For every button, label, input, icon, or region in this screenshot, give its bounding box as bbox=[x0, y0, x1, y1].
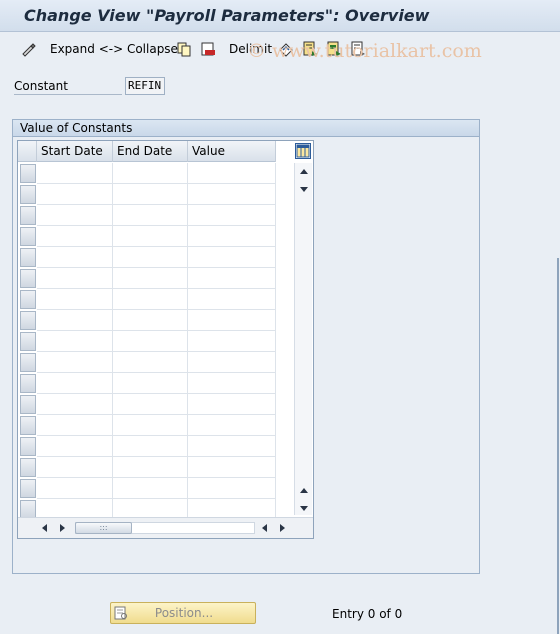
constant-label: Constant bbox=[14, 79, 68, 93]
table-cell[interactable] bbox=[113, 478, 188, 499]
table-cell[interactable] bbox=[37, 436, 113, 457]
table-cell[interactable] bbox=[37, 163, 113, 184]
table-cell[interactable] bbox=[188, 289, 276, 310]
row-selector[interactable] bbox=[20, 395, 36, 414]
table-cell[interactable] bbox=[37, 247, 113, 268]
table-cell[interactable] bbox=[113, 457, 188, 478]
delete-icon[interactable] bbox=[200, 41, 216, 57]
row-selector[interactable] bbox=[20, 248, 36, 267]
entry-count: Entry 0 of 0 bbox=[332, 607, 403, 621]
row-selector[interactable] bbox=[20, 353, 36, 372]
row-selector[interactable] bbox=[20, 227, 36, 246]
table-cell[interactable] bbox=[188, 205, 276, 226]
table-cell[interactable] bbox=[113, 373, 188, 394]
table-cell[interactable] bbox=[188, 331, 276, 352]
table-cell[interactable] bbox=[113, 205, 188, 226]
change-display-icon[interactable] bbox=[21, 41, 37, 57]
table-cell[interactable] bbox=[188, 184, 276, 205]
table-cell[interactable] bbox=[113, 331, 188, 352]
row-selector[interactable] bbox=[20, 206, 36, 225]
scroll-up-bottom-icon[interactable] bbox=[300, 488, 308, 493]
table-cell[interactable] bbox=[188, 226, 276, 247]
scroll-up-icon[interactable] bbox=[300, 169, 308, 174]
table-cell[interactable] bbox=[113, 394, 188, 415]
scroll-left-icon[interactable] bbox=[42, 524, 47, 532]
horizontal-scroll-thumb[interactable]: ::: bbox=[75, 522, 132, 534]
table-cell[interactable] bbox=[188, 415, 276, 436]
row-selector[interactable] bbox=[20, 437, 36, 456]
table-cell[interactable] bbox=[37, 415, 113, 436]
title-bar: Change View "Payroll Parameters": Overvi… bbox=[0, 0, 560, 32]
table-cell[interactable] bbox=[113, 289, 188, 310]
table-header: Start Date End Date Value bbox=[18, 141, 276, 162]
table-cell[interactable] bbox=[188, 394, 276, 415]
table-cell[interactable] bbox=[113, 310, 188, 331]
constant-field[interactable]: REFIN bbox=[125, 77, 165, 95]
watermark: © www.tutorialkart.com bbox=[247, 40, 482, 62]
label-underline bbox=[14, 94, 122, 95]
table-cell[interactable] bbox=[188, 310, 276, 331]
expand-collapse-button[interactable]: Expand <-> Collapse bbox=[50, 42, 178, 56]
table-cell[interactable] bbox=[37, 268, 113, 289]
table-cell[interactable] bbox=[188, 247, 276, 268]
row-selector[interactable] bbox=[20, 332, 36, 351]
table-cell[interactable] bbox=[113, 163, 188, 184]
row-selector[interactable] bbox=[20, 479, 36, 498]
scroll-left-end-icon[interactable] bbox=[262, 524, 267, 532]
table-settings-button[interactable] bbox=[295, 143, 311, 159]
table-cell[interactable] bbox=[113, 436, 188, 457]
table-cell[interactable] bbox=[37, 310, 113, 331]
position-button[interactable]: Position... bbox=[110, 602, 256, 624]
table-cell[interactable] bbox=[37, 226, 113, 247]
scroll-down-bottom-icon[interactable] bbox=[300, 506, 308, 511]
column-start-date[interactable]: Start Date bbox=[37, 141, 113, 162]
row-selector[interactable] bbox=[20, 269, 36, 288]
row-selector[interactable] bbox=[20, 374, 36, 393]
scroll-right-end-icon[interactable] bbox=[280, 524, 285, 532]
table-cell[interactable] bbox=[188, 163, 276, 184]
table-cell[interactable] bbox=[188, 457, 276, 478]
copy-icon[interactable] bbox=[176, 41, 192, 57]
table-cell[interactable] bbox=[188, 352, 276, 373]
table-cell[interactable] bbox=[37, 373, 113, 394]
table-cell[interactable] bbox=[113, 268, 188, 289]
column-end-date[interactable]: End Date bbox=[113, 141, 188, 162]
scroll-right-icon[interactable] bbox=[60, 524, 65, 532]
table-cell[interactable] bbox=[188, 268, 276, 289]
table-cell[interactable] bbox=[188, 478, 276, 499]
table-cell[interactable] bbox=[37, 352, 113, 373]
row-selector[interactable] bbox=[20, 458, 36, 477]
table-cell[interactable] bbox=[37, 394, 113, 415]
table-cell[interactable] bbox=[37, 205, 113, 226]
table-cell[interactable] bbox=[37, 457, 113, 478]
select-all-rows-button[interactable] bbox=[18, 141, 37, 162]
column-value[interactable]: Value bbox=[188, 141, 276, 162]
table-cell[interactable] bbox=[188, 436, 276, 457]
table-cell[interactable] bbox=[37, 331, 113, 352]
row-selector[interactable] bbox=[20, 185, 36, 204]
scroll-down-icon[interactable] bbox=[300, 187, 308, 192]
row-selector[interactable] bbox=[20, 164, 36, 183]
row-selector[interactable] bbox=[20, 290, 36, 309]
row-selector[interactable] bbox=[20, 416, 36, 435]
table-settings-icon bbox=[296, 144, 310, 158]
horizontal-scrollbar[interactable]: ::: bbox=[18, 517, 313, 538]
table-cell[interactable] bbox=[37, 289, 113, 310]
constants-table: Start Date End Date Value ::: bbox=[17, 140, 314, 539]
table-cell[interactable] bbox=[188, 373, 276, 394]
row-selector[interactable] bbox=[20, 311, 36, 330]
vertical-scrollbar[interactable] bbox=[294, 163, 312, 515]
splitter bbox=[557, 258, 559, 634]
table-cell[interactable] bbox=[113, 415, 188, 436]
position-button-label: Position... bbox=[154, 606, 214, 620]
table-cell[interactable] bbox=[113, 226, 188, 247]
table-cell[interactable] bbox=[37, 184, 113, 205]
window-title: Change View "Payroll Parameters": Overvi… bbox=[24, 6, 430, 25]
table-cell[interactable] bbox=[37, 478, 113, 499]
table-cell[interactable] bbox=[113, 247, 188, 268]
table-cell[interactable] bbox=[113, 352, 188, 373]
group-title: Value of Constants bbox=[13, 120, 479, 137]
table-cell[interactable] bbox=[113, 184, 188, 205]
